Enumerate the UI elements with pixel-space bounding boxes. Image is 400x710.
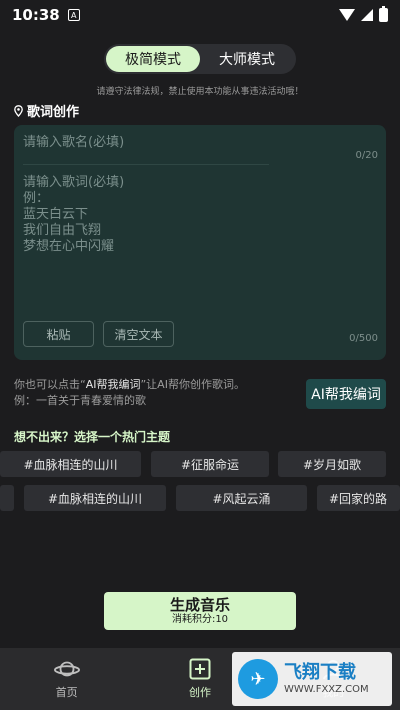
signal-icon (361, 9, 373, 21)
ai-hint: 你也可以点击“AI帮我编词”让AI帮你创作歌词。 例：一首关于青春爱情的歌 (14, 377, 245, 409)
nav-create-label: 创作 (188, 686, 211, 699)
planet-icon (53, 658, 80, 680)
paste-button[interactable]: 粘贴 (23, 321, 94, 347)
lyrics-placeholder-line: 请输入歌词(必填) (23, 175, 125, 190)
lyrics-placeholder-line: 蓝天白云下 (23, 207, 89, 222)
site-watermark: ✈ 飞翔下载 WWW.FXXZ.COM (232, 652, 392, 706)
plus-square-icon (187, 658, 213, 680)
topic-tag[interactable]: #岁月如歌 (278, 451, 386, 477)
section-title: 歌词创作 (14, 101, 79, 120)
topic-tag[interactable]: #征服命运 (151, 451, 269, 477)
generate-label: 生成音乐 (169, 596, 230, 614)
generate-music-button[interactable]: 生成音乐 消耗积分:10 (104, 592, 296, 630)
watermark-url: WWW.FXXZ.COM (284, 684, 369, 695)
hot-topics-title: 想不出来？选择一个热门主题 (14, 430, 171, 444)
watermark-brand: 飞翔下载 (284, 662, 356, 683)
lyrics-placeholder-line: 梦想在心中闪耀 (23, 239, 115, 254)
status-icons (339, 6, 388, 22)
nav-home-label: 首页 (55, 686, 78, 699)
topic-tag[interactable]: #血脉相连的山川 (0, 451, 141, 477)
lyrics-counter: 0/500 (349, 333, 378, 344)
legal-notice: 请遵守法律法规，禁止使用本功能从事违法活动哦！ (96, 87, 304, 97)
points-cost: 消耗积分:10 (171, 614, 229, 625)
battery-icon (379, 6, 388, 22)
lyrics-editor: 请输入歌名(必填) 0/20 请输入歌词(必填) 例： 蓝天白云下 我们自由飞翔… (14, 125, 386, 360)
ai-write-lyrics-button[interactable]: AI帮我编词 (306, 379, 386, 409)
mode-toggle: 极简模式 大师模式 (104, 44, 296, 74)
ai-hint-highlight: AI帮我编词 (85, 378, 141, 391)
editor-divider (23, 164, 269, 165)
nav-home[interactable]: 首页 (0, 648, 133, 710)
lyrics-placeholder-line: 我们自由飞翔 (23, 223, 102, 238)
song-name-counter: 0/20 (355, 150, 378, 161)
topic-tag[interactable] (0, 485, 14, 511)
clear-text-button[interactable]: 清空文本 (103, 321, 174, 347)
lyrics-placeholder-line: 例： (23, 191, 50, 206)
watermark-text: 飞翔下载 WWW.FXXZ.COM (284, 662, 369, 696)
tab-simple-mode[interactable]: 极简模式 (106, 46, 200, 72)
notification-icon: A (67, 9, 80, 21)
song-name-input[interactable]: 请输入歌名(必填) (23, 131, 124, 150)
location-pin-icon (14, 104, 23, 117)
status-time: 10:38 (12, 6, 60, 24)
topic-tag[interactable]: #回家的路 (317, 485, 400, 511)
topic-row-1: #血脉相连的山川 #征服命运 #岁月如歌 (0, 451, 400, 477)
topic-tag[interactable]: #风起云涌 (176, 485, 307, 511)
watermark-logo: ✈ (238, 659, 278, 699)
ai-hint-line: 你也可以点击“AI帮我编词”让AI帮你创作歌词。 (14, 377, 245, 393)
ai-hint-suffix: ”让AI帮你创作歌词。 (140, 378, 245, 391)
topic-row-2: #血脉相连的山川 #风起云涌 #回家的路 (0, 485, 400, 511)
status-bar: 10:38 A (0, 0, 400, 30)
topic-tag[interactable]: #血脉相连的山川 (24, 485, 166, 511)
tab-master-mode[interactable]: 大师模式 (200, 46, 294, 72)
lyrics-input[interactable]: 请输入歌词(必填) 例： 蓝天白云下 我们自由飞翔 梦想在心中闪耀 (23, 175, 124, 255)
section-title-label: 歌词创作 (27, 105, 80, 120)
ai-hint-prefix: 你也可以点击“ (14, 378, 86, 391)
wifi-icon (339, 9, 355, 21)
ai-hint-example: 例：一首关于青春爱情的歌 (14, 394, 146, 407)
